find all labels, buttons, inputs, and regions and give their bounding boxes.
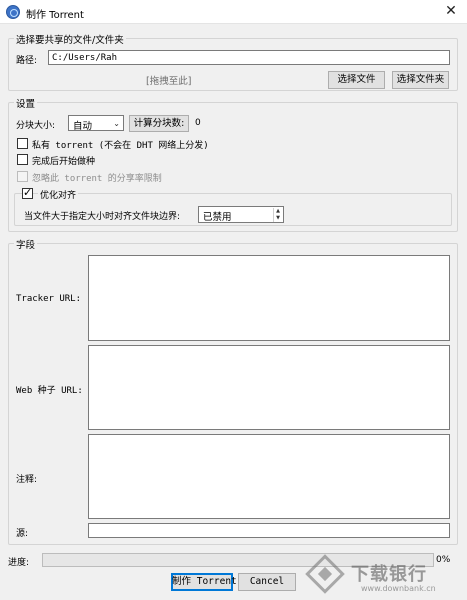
source-label: 源: <box>16 529 29 539</box>
align-threshold-value: 已禁用 <box>203 212 232 223</box>
ignore-share-limit-checkbox[interactable] <box>17 171 28 182</box>
optimize-alignment-label: 优化对齐 <box>38 188 79 201</box>
tracker-url-textarea[interactable] <box>88 255 450 341</box>
private-torrent-checkbox[interactable] <box>17 138 28 149</box>
ignore-share-limit-label: 忽略此 torrent 的分享率限制 <box>32 174 162 184</box>
web-seed-url-textarea[interactable] <box>88 345 450 430</box>
path-label: 路径: <box>16 56 38 66</box>
cancel-button[interactable]: Cancel <box>238 573 296 591</box>
comment-textarea[interactable] <box>88 434 450 519</box>
watermark-text-cn: 下载银行 <box>351 564 427 585</box>
source-input[interactable] <box>88 523 450 538</box>
tracker-url-label: Tracker URL: <box>16 294 82 304</box>
settings-group-title: 设置 <box>14 96 38 110</box>
chevron-down-icon: ⌄ <box>113 119 120 128</box>
select-file-button[interactable]: 选择文件 <box>328 71 385 89</box>
title-bar: 制作 Torrent ✕ <box>0 0 467 24</box>
optimize-alignment-checkbox[interactable] <box>22 186 33 199</box>
qbittorrent-app-icon <box>6 5 20 19</box>
fields-group-title: 字段 <box>14 237 38 251</box>
create-torrent-button[interactable]: 制作 Torrent <box>171 573 237 591</box>
align-threshold-spinbox[interactable]: 已禁用 ▲ ▼ <box>198 206 284 223</box>
piece-count: 0 <box>195 118 201 128</box>
calculate-pieces-button[interactable]: 计算分块数: <box>129 115 189 132</box>
drag-drop-hint: [拖拽至此] <box>146 76 192 87</box>
piece-size-select[interactable]: 自动 ⌄ <box>68 115 124 132</box>
align-threshold-label: 当文件大于指定大小时对齐文件块边界: <box>24 212 181 222</box>
select-folder-button[interactable]: 选择文件夹 <box>392 71 449 89</box>
watermark-text-en: www.downbank.cn <box>361 584 436 593</box>
window-title: 制作 Torrent <box>26 10 84 21</box>
spin-updown-icon[interactable]: ▲ ▼ <box>273 208 282 222</box>
comment-label: 注释: <box>16 475 38 485</box>
downbank-watermark: 下载银行 www.downbank.cn <box>305 554 463 598</box>
progress-label: 进度: <box>8 558 30 568</box>
close-icon[interactable]: ✕ <box>443 3 459 19</box>
private-torrent-label: 私有 torrent (不会在 DHT 网络上分发) <box>32 141 209 151</box>
downbank-logo-icon <box>305 554 345 594</box>
source-group-title: 选择要共享的文件/文件夹 <box>14 32 126 46</box>
piece-size-label: 分块大小: <box>16 121 56 131</box>
start-seeding-checkbox[interactable] <box>17 154 28 165</box>
start-seeding-label: 完成后开始做种 <box>32 157 96 167</box>
web-seed-url-label: Web 种子 URL: <box>16 386 83 396</box>
piece-size-value: 自动 <box>73 121 93 132</box>
path-input[interactable]: C:/Users/Rah <box>48 50 450 65</box>
